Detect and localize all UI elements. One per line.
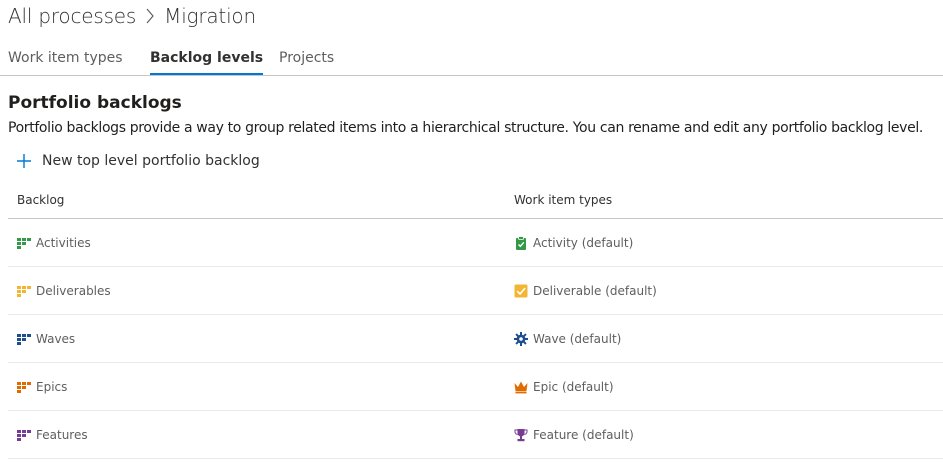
section-description: Portfolio backlogs provide a way to grou… (8, 120, 923, 136)
checkbox-icon (514, 284, 528, 298)
tab-backlog-levels[interactable]: Backlog levels (150, 44, 264, 75)
tabs-divider (0, 75, 943, 76)
breadcrumb: All processes Migration (8, 2, 256, 30)
backlog-name[interactable]: Waves (36, 332, 75, 346)
backlog-name[interactable]: Features (36, 428, 88, 442)
tab-projects[interactable]: Projects (279, 44, 334, 74)
work-item-type-name: Wave (default) (533, 331, 622, 346)
new-button-label: New top level portfolio backlog (42, 153, 260, 169)
work-item-type-name: Feature (default) (533, 427, 634, 442)
chevron-right-icon (136, 8, 164, 24)
table-row[interactable]: Activities Activity (default) (8, 219, 943, 267)
backlog-name[interactable]: Epics (36, 380, 67, 394)
crown-icon (514, 380, 528, 394)
table-row[interactable]: Deliverables Deliverable (default) (8, 267, 943, 315)
clipboard-check-icon (514, 235, 528, 250)
column-header-backlog[interactable]: Backlog (17, 193, 64, 207)
table-row[interactable]: Epics Epic (default) (8, 363, 943, 411)
section-title: Portfolio backlogs (8, 93, 182, 113)
plus-icon (16, 153, 32, 169)
work-item-type-name: Epic (default) (533, 379, 614, 394)
column-header-work-item-types[interactable]: Work item types (514, 193, 612, 207)
tab-work-item-types[interactable]: Work item types (8, 44, 123, 74)
table-header: Backlog Work item types (8, 184, 943, 219)
breadcrumb-current: Migration (164, 4, 256, 28)
backlog-icon (17, 428, 31, 442)
trophy-icon (514, 428, 528, 442)
backlog-icon (17, 236, 31, 250)
work-item-type-name: Activity (default) (533, 235, 634, 250)
backlog-icon (17, 380, 31, 394)
backlog-name[interactable]: Deliverables (36, 284, 111, 298)
breadcrumb-root-link[interactable]: All processes (8, 4, 136, 28)
tab-bar: Work item types Backlog levels Projects (8, 44, 943, 76)
backlog-icon (17, 332, 31, 346)
new-top-level-backlog-button[interactable]: New top level portfolio backlog (16, 149, 260, 173)
backlog-icon (17, 284, 31, 298)
backlog-table: Backlog Work item types Activities Activ… (8, 184, 943, 459)
table-row[interactable]: Waves Wave (default) (8, 315, 943, 363)
gear-icon (514, 331, 528, 346)
backlog-name[interactable]: Activities (36, 236, 91, 250)
table-row[interactable]: Features Feature (default) (8, 411, 943, 459)
work-item-type-name: Deliverable (default) (533, 283, 657, 298)
